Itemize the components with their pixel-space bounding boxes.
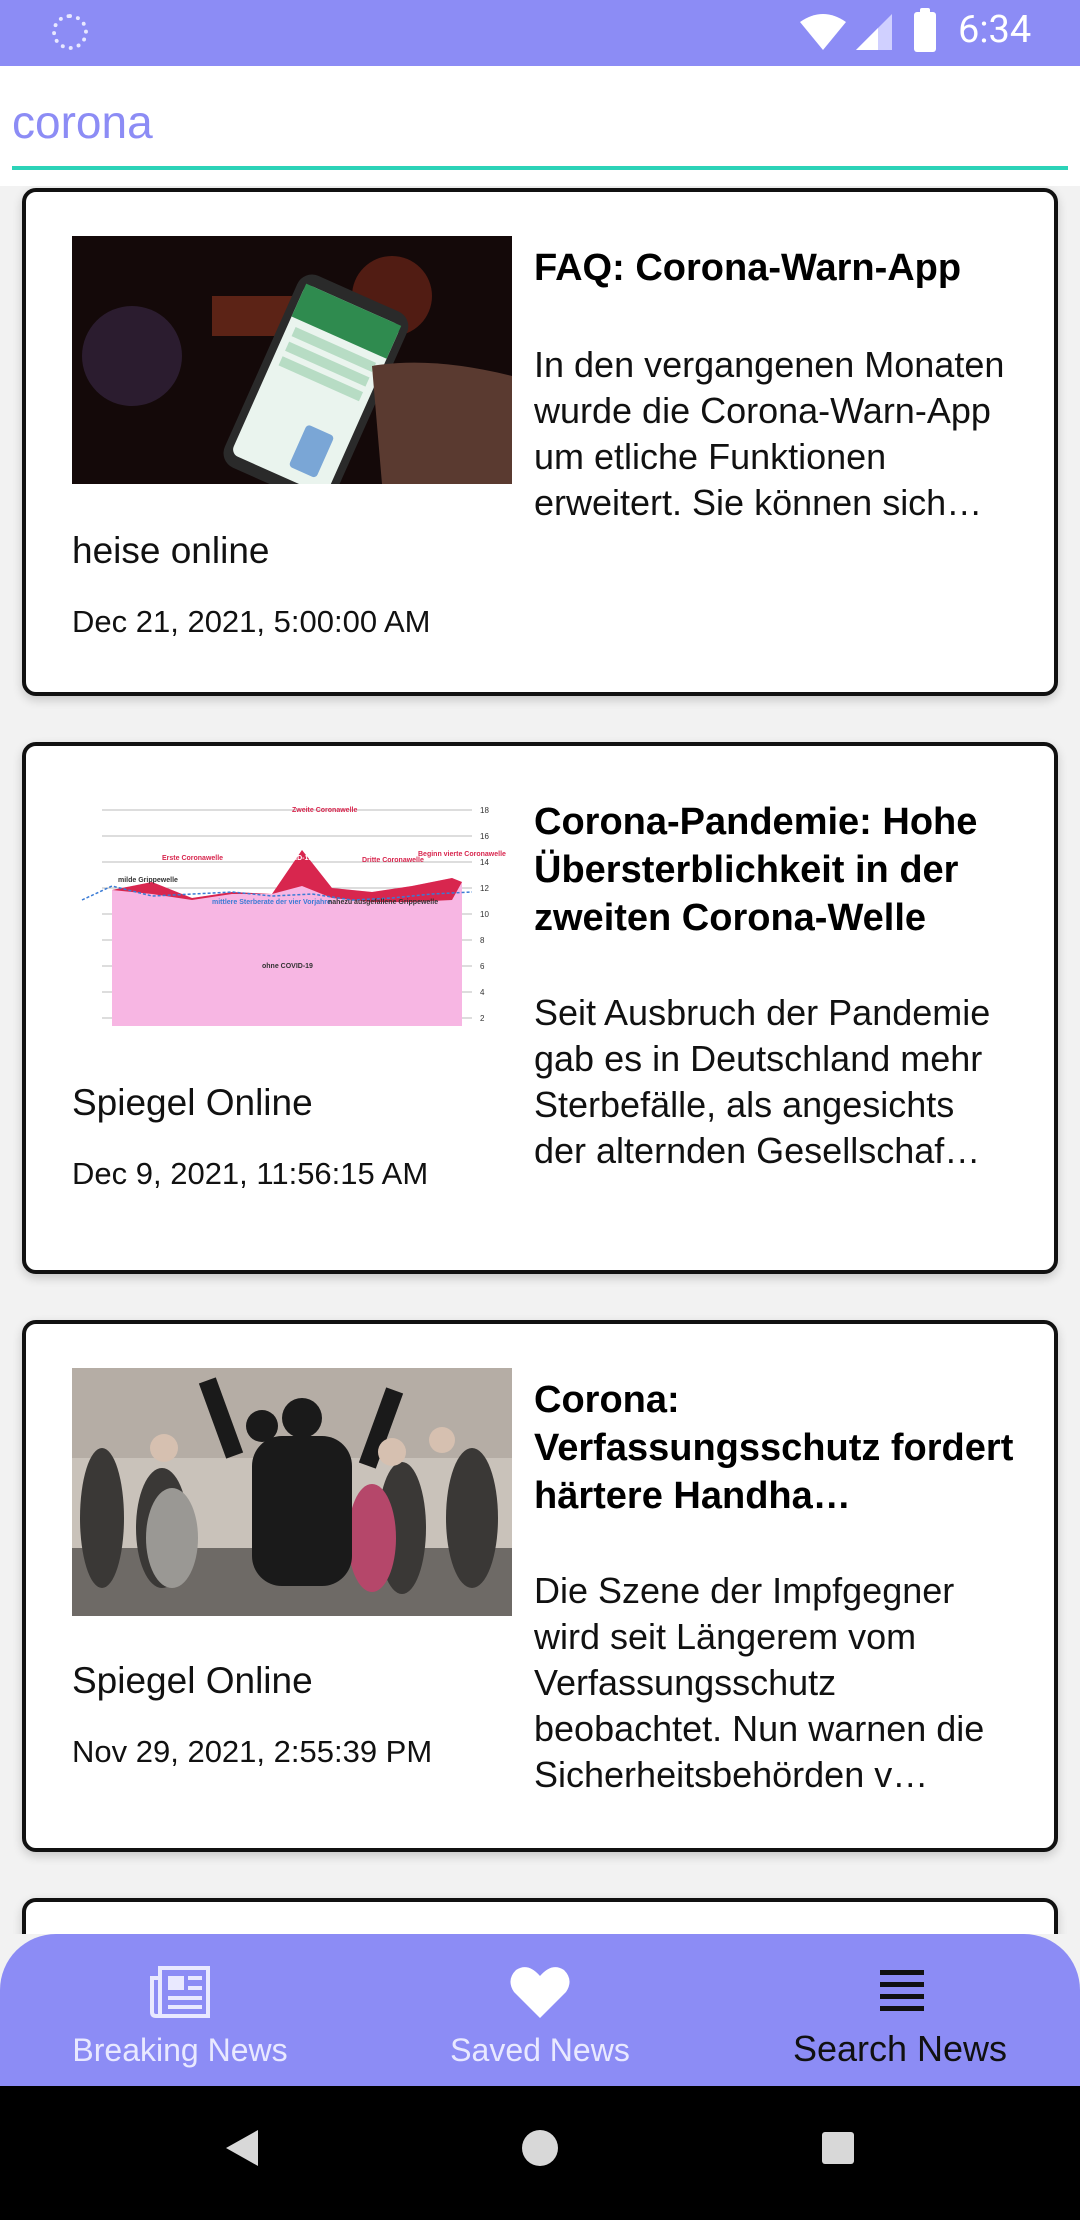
- article-thumbnail: [72, 1368, 512, 1616]
- phone-photo-illustration: [72, 236, 512, 484]
- article-card[interactable]: heise online Dec 21, 2021, 5:00:00 AM FA…: [22, 188, 1058, 696]
- heart-icon: [510, 1967, 570, 2018]
- crowd-photo-illustration: [72, 1368, 512, 1616]
- nav-saved-news[interactable]: Saved News: [360, 1934, 720, 2086]
- article-title: Corona-Pandemie: Hohe Übersterblichkeit …: [534, 801, 978, 939]
- article-card[interactable]: 18 16 14 12 10 8 6 4 2 Zweite Coronawell…: [22, 742, 1058, 1274]
- chart-axis-label: 6: [480, 962, 485, 971]
- search-results-list[interactable]: heise online Dec 21, 2021, 5:00:00 AM FA…: [0, 186, 1080, 1934]
- article-date: Dec 21, 2021, 5:00:00 AM: [72, 604, 431, 639]
- system-navigation-bar: [0, 2086, 1080, 2220]
- chart-axis-label: 10: [480, 910, 489, 919]
- recents-icon[interactable]: [818, 2126, 858, 2170]
- chart-axis-label: 12: [480, 884, 489, 893]
- newspaper-icon: [150, 1966, 210, 2018]
- article-thumbnail: [72, 236, 512, 484]
- wifi-icon: [800, 14, 846, 50]
- search-bar: [0, 66, 1080, 186]
- article-title: FAQ: Corona-Warn-App: [534, 247, 962, 289]
- chart-annotation: nahezu ausgefallene Grippewelle: [328, 899, 438, 906]
- status-time: 6:34: [958, 8, 1032, 52]
- article-description: Die Szene der Impfgegner wird seit Länge…: [534, 1570, 985, 1795]
- chart-axis-label: 4: [480, 988, 485, 997]
- article-description: In den vergangenen Monaten wurde die Cor…: [534, 344, 1005, 523]
- nav-breaking-news[interactable]: Breaking News: [0, 1934, 360, 2086]
- nav-search-news[interactable]: Search News: [720, 1934, 1080, 2086]
- chart-axis-label: 2: [480, 1014, 485, 1023]
- back-icon[interactable]: [222, 2126, 262, 2170]
- list-icon: [880, 1970, 924, 2011]
- article-card[interactable]: [22, 1898, 1058, 1934]
- chart-annotation: ohne COVID-19: [262, 963, 313, 970]
- article-description: Seit Ausbruch der Pandemie gab es in Deu…: [534, 992, 991, 1171]
- chart-axis-label: 16: [480, 832, 489, 841]
- article-card[interactable]: Spiegel Online Nov 29, 2021, 2:55:39 PM …: [22, 1320, 1058, 1852]
- chart-axis-label: 18: [480, 806, 489, 815]
- article-date: Nov 29, 2021, 2:55:39 PM: [72, 1734, 433, 1769]
- chart-axis-label: 8: [480, 936, 485, 945]
- search-input[interactable]: [12, 78, 1068, 170]
- nav-label: Search News: [792, 2028, 1008, 2069]
- chart-annotation: Zweite Coronawelle: [292, 807, 357, 814]
- chart-annotation: Beginn vierte Coronawelle: [418, 851, 506, 858]
- chart-annotation: milde Grippewelle: [118, 877, 178, 884]
- article-thumbnail: 18 16 14 12 10 8 6 4 2 Zweite Coronawell…: [72, 790, 512, 1038]
- article-date: Dec 9, 2021, 11:56:15 AM: [72, 1156, 429, 1191]
- nav-label: Saved News: [450, 2032, 630, 2068]
- nav-label: Breaking News: [72, 2032, 288, 2068]
- article-source: Spiegel Online: [72, 1082, 313, 1123]
- status-bar: 6:34: [0, 0, 1080, 66]
- chart-annotation: Dritte Coronawelle: [362, 857, 424, 864]
- chart-axis-label: 14: [480, 858, 489, 867]
- bottom-navigation: Breaking News Saved News Search News: [0, 1934, 1080, 2086]
- article-title: Corona: Verfassungsschutz fordert härter…: [534, 1379, 1014, 1517]
- chart-annotation: COVID-19: [280, 855, 312, 862]
- battery-icon: [914, 8, 936, 52]
- excess-mortality-chart-image: 18 16 14 12 10 8 6 4 2 Zweite Coronawell…: [72, 790, 512, 1038]
- article-source: heise online: [72, 530, 270, 571]
- loading-spinner-icon: [52, 14, 88, 50]
- article-source: Spiegel Online: [72, 1660, 313, 1701]
- home-icon[interactable]: [520, 2126, 560, 2170]
- cell-signal-icon: [856, 14, 892, 50]
- chart-annotation: mittlere Sterberate der vier Vorjahre: [212, 899, 331, 906]
- chart-annotation: Erste Coronawelle: [162, 855, 223, 862]
